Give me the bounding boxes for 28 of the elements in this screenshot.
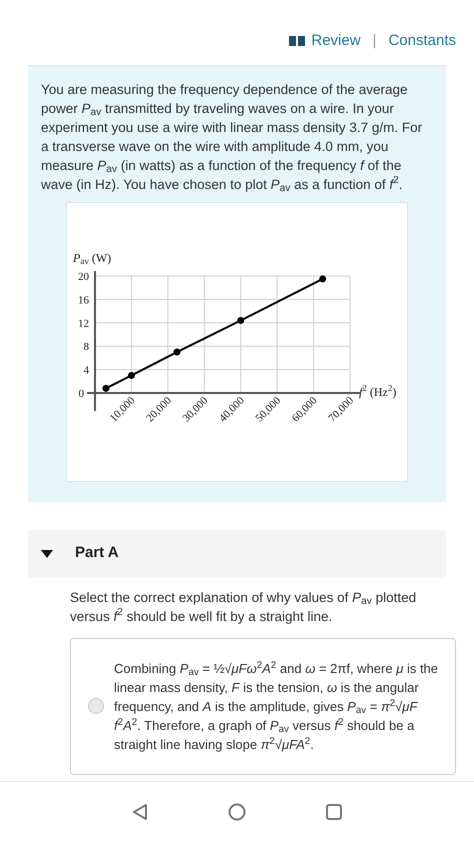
y-tick-label: 12 <box>78 317 89 330</box>
caret-icon <box>41 550 53 558</box>
y-tick-label: 8 <box>84 340 89 353</box>
part-header[interactable]: Part A <box>28 530 446 578</box>
recents-icon[interactable] <box>326 804 342 820</box>
question-text: Select the correct explanation of why values of P$_{av}$ plotted versus f$^{2}$ should be well fit by a straight line. <box>70 588 418 626</box>
header-link[interactable]: Constants <box>388 30 456 52</box>
home-icon[interactable] <box>228 802 246 820</box>
y-tick-label: 4 <box>84 364 89 376</box>
data-point <box>173 348 180 356</box>
answer-option[interactable] <box>70 638 456 774</box>
x-axis-label: f$^{2}$ (Hz$^{2}$) <box>359 382 396 400</box>
data-point <box>237 316 244 324</box>
data-point <box>319 274 326 282</box>
back-icon[interactable] <box>132 802 148 820</box>
y-tick-label: 16 <box>78 294 89 306</box>
option-text: Combining P$_{av}$ = ½√μFω$^{2}$A$^{2}$ and ω = 2πf, where μ is the linear mass density, F is the tension, ω is the angular frequency, and A is the amplitude, gives P$_{av}$ = π$^{2}$√μF f$^{2}$A$^{2}$. Therefore, a graph of P$_{av}$ versus f$^{2}$ should be a straight line having slope π$^{2}$√μFA$^{2}$. <box>114 658 440 754</box>
data-point <box>102 384 110 392</box>
y-tick-label: 0 <box>78 388 84 400</box>
separator: | <box>372 31 378 51</box>
y-tick-label: 20 <box>78 270 89 282</box>
data-point <box>128 371 135 378</box>
part-title: Part A <box>75 543 119 564</box>
radio-button[interactable] <box>88 698 104 714</box>
book-icon <box>289 36 306 46</box>
header-link[interactable]: Review <box>289 30 361 52</box>
y-axis-label: P$_{av}$ (W) <box>73 250 112 266</box>
intro-text: You are measuring the frequency dependence of the average power P$_{av}$ transmitted by traveling waves on a wire. In your experiment you use a wire with linear mass density 3.7 g/m. For a transverse wave on the wire with amplitude 4.0 mm, you measure P$_{av}$ (in watts) as a function of the frequency f of the wave (in Hz). You have chosen to plot P$_{av}$ as a function of f$^{2}$. <box>41 80 424 194</box>
